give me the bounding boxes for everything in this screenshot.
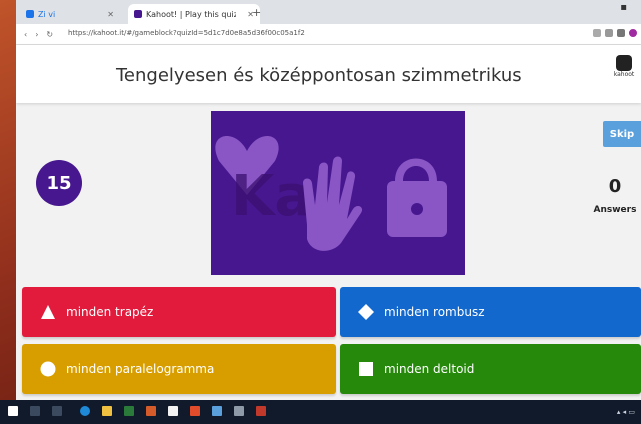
store-icon[interactable] (124, 406, 134, 416)
answer-yellow[interactable]: minden paralelogramma (22, 344, 336, 394)
kahoot-logo-icon (616, 55, 632, 71)
tab-label: Zi vi (38, 9, 56, 19)
tab-label: Kahoot! | Play this quiz now! (146, 9, 236, 19)
windows-start-icon[interactable] (8, 406, 18, 416)
profile-icon[interactable] (629, 29, 637, 37)
extension-icon[interactable] (593, 29, 601, 37)
url-field[interactable]: https://kahoot.it/#/gameblock?quizId=5d1… (68, 29, 305, 37)
lock-keyhole-icon (411, 203, 423, 215)
question-image: Ka (211, 111, 465, 275)
forward-icon[interactable]: › (35, 30, 38, 39)
answer-text: minden paralelogramma (66, 362, 215, 376)
tab-strip: Zi vi ✕ Kahoot! | Play this quiz now! ✕ … (16, 0, 641, 24)
file-explorer-icon[interactable] (102, 406, 112, 416)
answer-text: minden trapéz (66, 305, 154, 319)
answer-green[interactable]: minden deltoid (340, 344, 641, 394)
circle-icon (40, 361, 56, 377)
search-icon[interactable] (30, 406, 40, 416)
reload-icon[interactable]: ↻ (46, 30, 53, 39)
task-view-icon[interactable] (52, 406, 62, 416)
question-header: Tengelyesen és középpontosan szimmetriku… (16, 45, 641, 103)
triangle-icon (41, 305, 55, 319)
tab-active[interactable]: Kahoot! | Play this quiz now! ✕ (128, 4, 260, 24)
extension-icon[interactable] (617, 29, 625, 37)
answer-text: minden deltoid (384, 362, 475, 376)
answer-blue[interactable]: minden rombusz (340, 287, 641, 337)
chrome-icon[interactable] (190, 406, 200, 416)
minimize-icon[interactable]: ▪ (620, 2, 627, 13)
tray-clock-icon[interactable]: ▴ ◂ ▭ (617, 408, 635, 416)
logo-text: kahoot (613, 71, 635, 78)
countdown-timer: 15 (36, 160, 82, 206)
edge-icon[interactable] (80, 406, 90, 416)
app-icon[interactable] (234, 406, 244, 416)
answer-text: minden rombusz (384, 305, 485, 319)
skip-button[interactable]: Skip (603, 121, 641, 147)
app-icon[interactable] (146, 406, 156, 416)
tab-favicon-icon (26, 10, 34, 18)
app-icon[interactable] (168, 406, 178, 416)
kahoot-logo: kahoot (613, 55, 635, 78)
kahoot-background-graphic: Ka (211, 111, 465, 275)
square-icon (359, 362, 373, 376)
plus-icon[interactable]: + (252, 6, 261, 19)
question-title: Tengelyesen és középpontosan szimmetriku… (116, 65, 522, 86)
kahoot-watermark-shape: Ka (231, 164, 312, 229)
back-icon[interactable]: ‹ (24, 30, 27, 39)
answers-label: Answers (593, 205, 637, 215)
answer-red[interactable]: minden trapéz (22, 287, 336, 337)
app-icon[interactable] (212, 406, 222, 416)
tab-inactive[interactable]: Zi vi ✕ (20, 4, 120, 24)
browser-window: Zi vi ✕ Kahoot! | Play this quiz now! ✕ … (16, 0, 641, 400)
answers-count: 0 (608, 176, 622, 197)
kahoot-favicon-icon (134, 10, 142, 18)
extension-icon[interactable] (605, 29, 613, 37)
address-bar: ‹ › ↻ https://kahoot.it/#/gameblock?quiz… (16, 24, 641, 45)
diamond-icon (358, 304, 374, 320)
close-tab-icon[interactable]: ✕ (107, 10, 114, 19)
taskbar: ▴ ◂ ▭ (0, 400, 641, 424)
app-icon[interactable] (256, 406, 266, 416)
